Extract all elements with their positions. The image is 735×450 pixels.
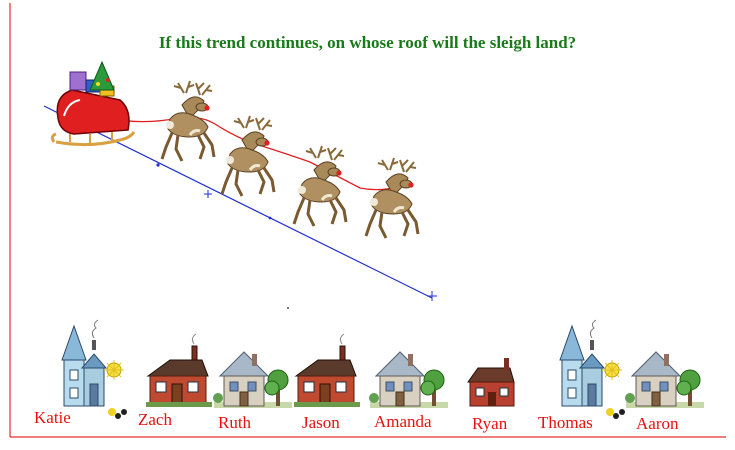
name-label-aaron: Aaron (636, 414, 679, 433)
name-label-ryan: Ryan (472, 414, 508, 433)
stray-dot (287, 307, 289, 309)
name-label-ruth: Ruth (218, 413, 252, 432)
house-icon (145, 333, 213, 408)
house-icon (212, 351, 293, 409)
house-icon (559, 319, 626, 420)
sleigh-icon (50, 60, 136, 147)
reindeer-icon (160, 79, 216, 163)
name-label-zach: Zach (138, 410, 172, 429)
house-icon (467, 357, 515, 407)
trend-point (156, 163, 160, 167)
name-label-amanda: Amanda (374, 412, 432, 431)
name-label-katie: Katie (34, 408, 71, 427)
house-icon (368, 351, 449, 409)
reindeer-icon (364, 156, 420, 240)
house-icon (624, 351, 705, 409)
house-icon (293, 333, 361, 408)
reindeer-icon (220, 114, 276, 198)
house-icon (61, 319, 128, 420)
reindeer-icon (292, 144, 348, 228)
scene (9, 3, 726, 438)
name-label-thomas: Thomas (538, 413, 593, 432)
trend-point (268, 216, 272, 220)
name-label-jason: Jason (302, 413, 340, 432)
